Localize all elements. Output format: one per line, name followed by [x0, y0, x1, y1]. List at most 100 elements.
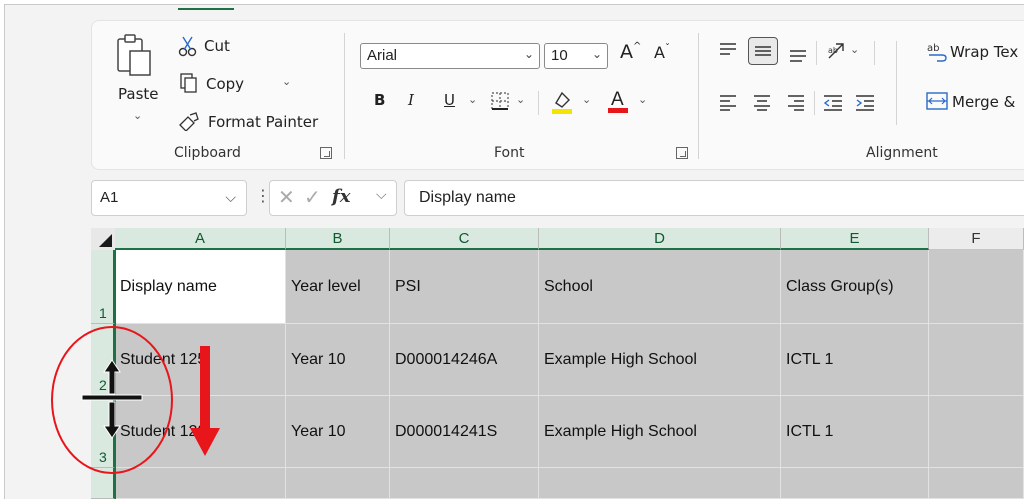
chevron-down-icon[interactable]: ⌵: [376, 187, 387, 203]
bold-button[interactable]: B: [374, 91, 385, 109]
wrap-text-button[interactable]: Wrap Tex: [950, 43, 1018, 61]
cell-c4[interactable]: [390, 468, 539, 499]
divider: [816, 41, 817, 65]
group-divider: [344, 33, 345, 159]
copy-button[interactable]: Copy: [206, 75, 244, 93]
formula-input[interactable]: Display name: [404, 180, 1024, 216]
cell-a4[interactable]: [115, 468, 286, 499]
cell-b1[interactable]: Year level: [286, 250, 390, 324]
ribbon-home: Paste ⌄ Cut Copy ⌄ Format Painter Clipbo…: [91, 20, 1024, 170]
arrow-down-icon: [190, 346, 220, 456]
column-header-e[interactable]: E: [781, 228, 929, 250]
cell-c2[interactable]: D000014246A: [390, 324, 539, 396]
svg-text:ab: ab: [828, 46, 838, 55]
svg-text:A: A: [611, 89, 624, 110]
group-divider: [698, 33, 699, 159]
font-size-select[interactable]: 10 ⌄: [544, 43, 608, 69]
cell-b2[interactable]: Year 10: [286, 324, 390, 396]
column-header-f[interactable]: F: [929, 228, 1024, 250]
cell-d2[interactable]: Example High School: [539, 324, 781, 396]
cell-f2[interactable]: [929, 324, 1024, 396]
enter-icon[interactable]: ✓: [304, 185, 321, 209]
italic-button[interactable]: I: [408, 91, 414, 109]
increase-font-size-button[interactable]: A^: [620, 41, 641, 63]
column-header-a[interactable]: A: [115, 228, 286, 250]
fill-color-icon[interactable]: [550, 87, 574, 115]
paste-dropdown-icon[interactable]: ⌄: [133, 109, 142, 122]
font-dialog-launcher-icon[interactable]: [676, 147, 688, 159]
select-all-button[interactable]: [91, 228, 115, 250]
cell-d4[interactable]: [539, 468, 781, 499]
decrease-font-size-button[interactable]: Aˇ: [654, 43, 670, 62]
font-name-value: Arial: [367, 47, 398, 64]
decrease-indent-icon[interactable]: [822, 93, 844, 111]
divider: [538, 91, 539, 115]
increase-indent-icon[interactable]: [854, 93, 876, 111]
name-box[interactable]: A1 ⌵: [91, 180, 247, 216]
clipboard-dialog-launcher-icon[interactable]: [320, 147, 332, 159]
column-header-c[interactable]: C: [390, 228, 539, 250]
cell-b3[interactable]: Year 10: [286, 396, 390, 468]
font-color-dropdown-icon[interactable]: ⌄: [638, 93, 647, 106]
cell-b4[interactable]: [286, 468, 390, 499]
cell-f3[interactable]: [929, 396, 1024, 468]
cut-button[interactable]: Cut: [204, 37, 230, 55]
underline-dropdown-icon[interactable]: ⌄: [468, 93, 477, 106]
chevron-down-icon: ⌄: [523, 47, 534, 61]
column-header-d[interactable]: D: [539, 228, 781, 250]
cancel-icon[interactable]: ✕: [278, 185, 295, 209]
align-bottom-icon[interactable]: [788, 45, 808, 63]
fill-color-dropdown-icon[interactable]: ⌄: [582, 93, 591, 106]
wrap-text-icon: ab: [927, 43, 947, 62]
borders-dropdown-icon[interactable]: ⌄: [516, 93, 525, 106]
formula-bar: A1 ⌵ ⋮ ✕ ✓ fx ⌵ Display name: [91, 180, 1024, 220]
format-painter-icon: [179, 112, 199, 131]
borders-icon[interactable]: [490, 91, 510, 111]
cell-e2[interactable]: ICTL 1: [781, 324, 929, 396]
align-center-icon[interactable]: [752, 93, 772, 111]
cell-c1[interactable]: PSI: [390, 250, 539, 324]
divider: [814, 91, 815, 115]
row-number: 1: [99, 305, 107, 321]
row-header-1[interactable]: 1: [91, 250, 115, 324]
font-color-icon[interactable]: A: [606, 85, 630, 115]
scissors-icon: [178, 36, 197, 57]
cell-c3[interactable]: D000014241S: [390, 396, 539, 468]
paste-icon[interactable]: [114, 33, 154, 77]
formula-controls: ✕ ✓ fx ⌵: [269, 180, 397, 216]
copy-icon: [180, 73, 197, 93]
align-left-icon[interactable]: [718, 93, 738, 111]
insert-function-button[interactable]: fx: [332, 186, 350, 207]
align-middle-button[interactable]: [748, 37, 778, 65]
cell-a1[interactable]: Display name: [115, 250, 286, 324]
cell-e3[interactable]: ICTL 1: [781, 396, 929, 468]
cell-d1[interactable]: School: [539, 250, 781, 324]
divider: [874, 41, 875, 65]
cell-e4[interactable]: [781, 468, 929, 499]
underline-button[interactable]: U: [444, 91, 455, 109]
format-painter-button[interactable]: Format Painter: [208, 113, 318, 131]
cell-d3[interactable]: Example High School: [539, 396, 781, 468]
cell-e1[interactable]: Class Group(s): [781, 250, 929, 324]
merge-center-icon: [926, 92, 948, 110]
column-header-b[interactable]: B: [286, 228, 390, 250]
align-middle-icon: [755, 46, 771, 56]
copy-dropdown-icon[interactable]: ⌄: [282, 75, 291, 88]
orientation-dropdown-icon[interactable]: ⌄: [850, 43, 859, 56]
clipboard-group-label: Clipboard: [174, 145, 241, 161]
orientation-icon[interactable]: ab: [826, 41, 846, 61]
align-right-icon[interactable]: [786, 93, 806, 111]
font-group-label: Font: [494, 145, 525, 161]
merge-center-button[interactable]: Merge &: [952, 93, 1015, 111]
chevron-down-icon: ⌵: [225, 189, 236, 205]
row-resize-cursor-icon: [81, 359, 143, 439]
name-box-value: A1: [100, 189, 119, 206]
divider: [896, 41, 897, 125]
cell-f1[interactable]: [929, 250, 1024, 324]
font-size-value: 10: [551, 47, 568, 64]
chevron-down-icon: ⌄: [591, 47, 602, 61]
cell-f4[interactable]: [929, 468, 1024, 499]
paste-button[interactable]: Paste: [118, 85, 159, 103]
align-top-icon[interactable]: [718, 41, 738, 59]
font-name-select[interactable]: Arial ⌄: [360, 43, 540, 69]
